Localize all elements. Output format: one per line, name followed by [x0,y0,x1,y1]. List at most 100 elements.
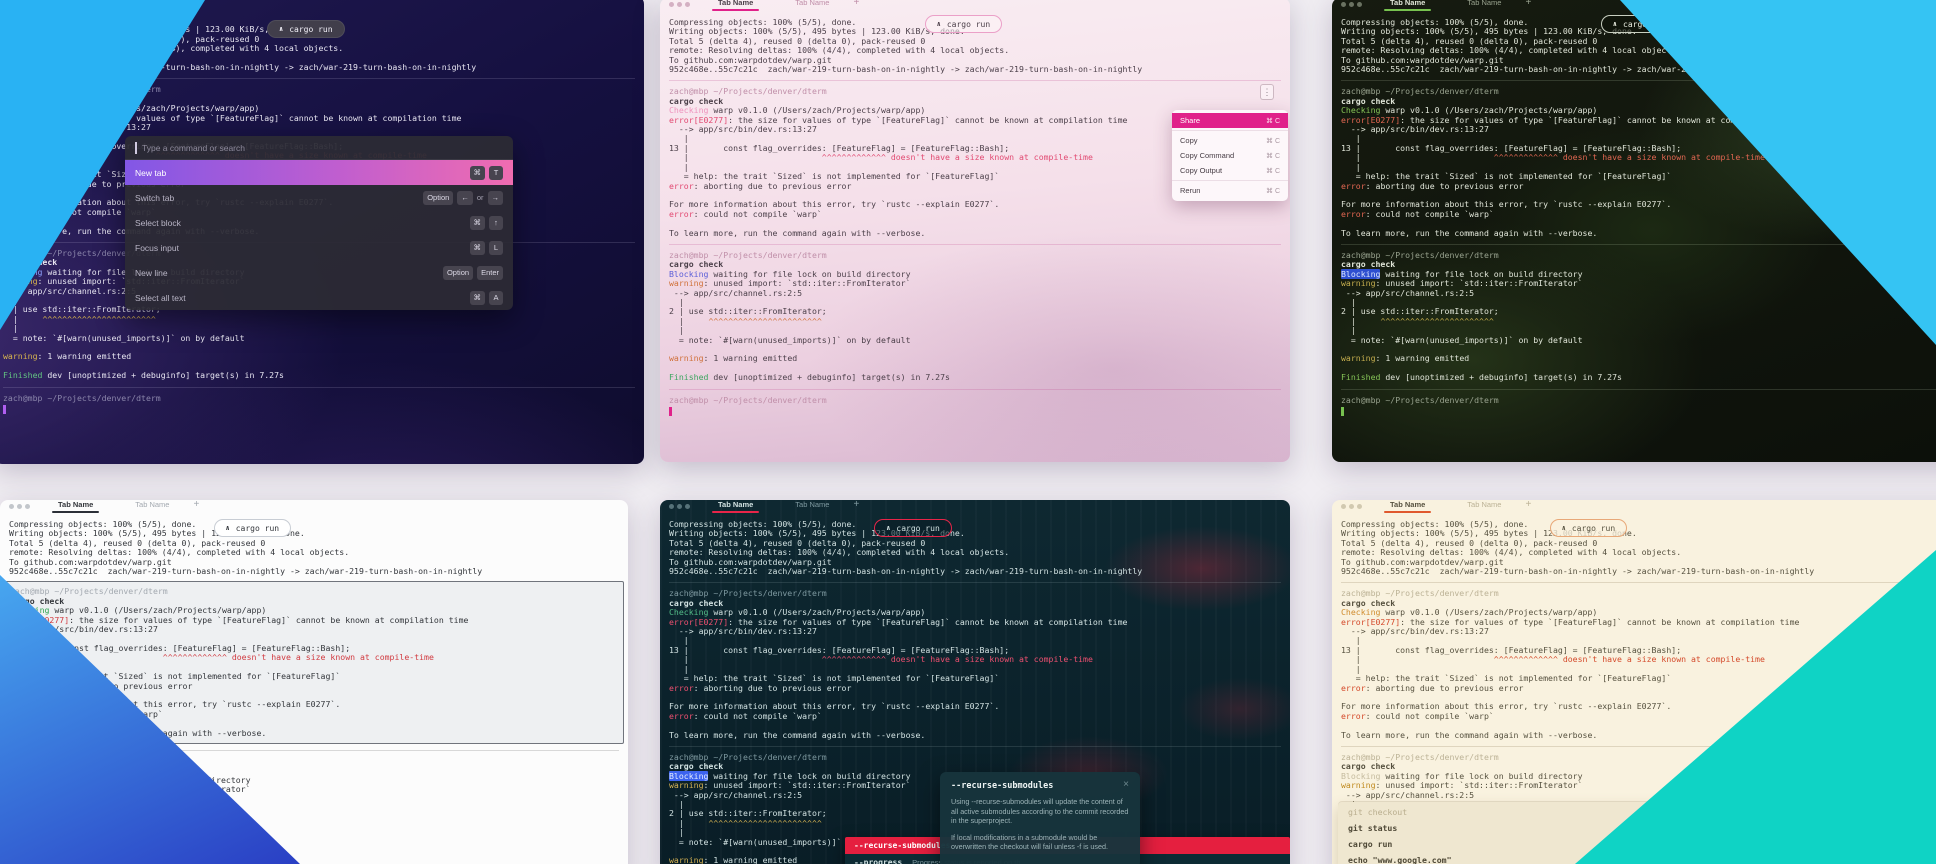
window-controls[interactable] [1341,2,1362,7]
tab-active[interactable]: Tab Name [704,0,767,11]
cargo-run-pill[interactable]: ∧ cargo run [267,20,345,38]
menu-item-copy-output[interactable]: Copy Output ⌘ C [1172,163,1288,178]
kebab-menu-icon[interactable]: ⋮ [1260,84,1274,100]
terminal-window-green: Tab Name Tab Name + Compressing objects:… [1332,0,1936,462]
cargo-run-pill[interactable]: ∧ cargo run [874,519,952,537]
terminal-block-cargo-check-error[interactable]: zach@mbp ~/Projects/denver/dterm cargo ch… [669,582,1281,740]
window-control-dot[interactable] [677,504,682,509]
tab-inactive[interactable]: Tab Name [115,0,177,7]
palette-item-switch-tab[interactable]: Switch tab Option ← or → [125,185,513,210]
key-chip: A [489,290,503,305]
palette-item-new-tab[interactable]: New tab ⌘ T [125,160,513,185]
cargo-run-pill[interactable]: ∧ cargo run [1600,15,1679,33]
window-control-dot[interactable] [1349,2,1354,7]
menu-item-copy[interactable]: Copy ⌘ C [1172,133,1288,148]
pill-label: cargo run [1571,523,1616,533]
terminal-block-prompt[interactable]: zach@mbp ~/Projects/denver/dterm [3,386,635,415]
tab-active[interactable]: Tab Name [44,500,107,513]
tab-inactive[interactable]: Tab Name [781,0,843,9]
tab-bar: Tab Name Tab Name + [660,0,1290,11]
window-controls[interactable] [669,504,690,509]
command-palette-input[interactable]: Type a command or search [125,136,513,160]
terminal-block-git-push[interactable]: Compressing objects: 100% (5/5), done. Wr… [1341,519,1936,577]
terminal-line: | ^^^^^^^^^^^^^ doesn't have a size know… [669,654,1093,665]
window-control-dot[interactable] [1349,504,1354,509]
new-tab-button[interactable]: + [1525,500,1531,511]
terminal-block-cargo-check-error[interactable]: zach@mbp ~/Projects/denver/dterm cargo ch… [1341,80,1936,238]
window-control-dot[interactable] [677,2,682,7]
tab-inactive[interactable]: Tab Name [1453,500,1515,511]
close-icon[interactable]: × [1123,780,1129,790]
new-tab-button[interactable]: + [853,500,859,511]
tab-inactive[interactable]: Tab Name [1453,0,1515,9]
window-controls[interactable] [3,0,24,5]
window-control-dot[interactable] [19,0,24,5]
palette-item-focus-input[interactable]: Focus input ⌘ L [125,235,513,260]
tab-bar: Tab Name Tab Name + [0,0,644,9]
terminal-line: To learn more, run the command again wit… [669,227,926,238]
window-control-dot[interactable] [11,0,16,5]
window-control-dot[interactable] [3,0,8,5]
window-control-dot[interactable] [685,504,690,509]
tab-label: Tab Name [1390,0,1426,7]
terminal-line [3,403,635,415]
terminal-block-cargo-check-warning[interactable]: zach@mbp ~/Projects/denver/dterm cargo ch… [1341,243,1936,383]
window-controls[interactable] [9,504,30,509]
terminal-block-prompt[interactable]: zach@mbp ~/Projects/denver/dterm [669,388,1281,417]
menu-item-copy-command[interactable]: Copy Command ⌘ C [1172,148,1288,163]
terminal-block-cargo-check-error[interactable]: zach@mbp ~/Projects/denver/dterm cargo ch… [4,581,624,744]
palette-item-new-line[interactable]: New line Option Enter [125,260,513,285]
menu-item-rerun[interactable]: Rerun ⌘ C [1172,183,1288,198]
menu-divider [1172,130,1288,131]
window-control-dot[interactable] [669,2,674,7]
window-control-dot[interactable] [25,504,30,509]
window-control-dot[interactable] [669,504,674,509]
window-controls[interactable] [669,2,690,7]
terminal-block-git-push[interactable]: Compressing objects: 100% (5/5), done. Wr… [669,519,1281,576]
terminal-block-cargo-check-error[interactable]: zach@mbp ~/Projects/denver/dterm cargo ch… [1341,582,1936,740]
terminal-line [669,405,1281,417]
history-item-cargo-run[interactable]: cargo run [1338,836,1936,852]
new-tab-button[interactable]: + [193,500,199,511]
tab-inactive[interactable]: Tab Name [781,500,843,511]
cargo-run-pill[interactable]: ∧ cargo run [1549,519,1628,537]
tab-active[interactable]: Tab Name [704,500,767,513]
window-control-dot[interactable] [9,504,14,509]
window-control-dot[interactable] [1357,2,1362,7]
new-tab-button[interactable]: + [853,0,859,9]
menu-item-label: Copy Output [1180,166,1223,175]
tab-active[interactable]: Tab Name [38,0,101,9]
terminal-line: 952c468e..55c7c21c zach/war-219-turn-bas… [1341,566,1815,577]
terminal-block-prompt[interactable]: zach@mbp ~/Projects/denver/dterm [1341,388,1936,417]
window-control-dot[interactable] [17,504,22,509]
terminal-block-git-push[interactable]: Compressing objects: 100% (5/5), done. Wr… [9,519,619,576]
menu-item-label: Copy Command [1180,151,1235,160]
tab-active[interactable]: Tab Name [1376,0,1439,11]
palette-item-select-all-text[interactable]: Select all text ⌘ A [125,285,513,310]
terminal-block-cargo-check-warning[interactable]: zach@mbp ~/Projects/denver/dterm cargo ch… [9,749,619,864]
key-chip: ⌘ [469,240,485,255]
history-item-echo-www-google-com[interactable]: echo "www.google.com" [1338,852,1936,864]
window-control-dot[interactable] [1341,504,1346,509]
new-tab-button[interactable]: + [187,0,193,7]
menu-item-share[interactable]: Share ⌘ C [1172,113,1288,128]
palette-item-select-block[interactable]: Select block ⌘ ↑ [125,210,513,235]
terminal-line: Finished dev [unoptimized + debuginfo] t… [1341,372,1622,383]
terminal-line: error: aborting due to previous error [10,680,193,691]
palette-item-label: Switch tab [135,192,175,203]
tab-label: Tab Name [58,500,94,509]
tab-inactive[interactable]: Tab Name [121,500,183,511]
terminal-block-cargo-check-warning[interactable]: zach@mbp ~/Projects/denver/dterm cargo ch… [669,243,1281,383]
terminal-line: error: aborting due to previous error [1341,180,1524,191]
window-control-dot[interactable] [1357,504,1362,509]
window-controls[interactable] [1341,504,1362,509]
window-control-dot[interactable] [685,2,690,7]
tooltip-paragraph: Using --recurse-submodules will update t… [951,797,1129,826]
cargo-run-pill[interactable]: ∧ cargo run [924,15,1003,33]
tab-active[interactable]: Tab Name [1376,500,1439,513]
menu-item-shortcut: ⌘ C [1266,187,1280,195]
window-control-dot[interactable] [1341,2,1346,7]
history-item-git-status[interactable]: git status [1338,820,1936,836]
new-tab-button[interactable]: + [1525,0,1531,9]
cargo-run-pill[interactable]: ∧ cargo run [213,519,292,537]
